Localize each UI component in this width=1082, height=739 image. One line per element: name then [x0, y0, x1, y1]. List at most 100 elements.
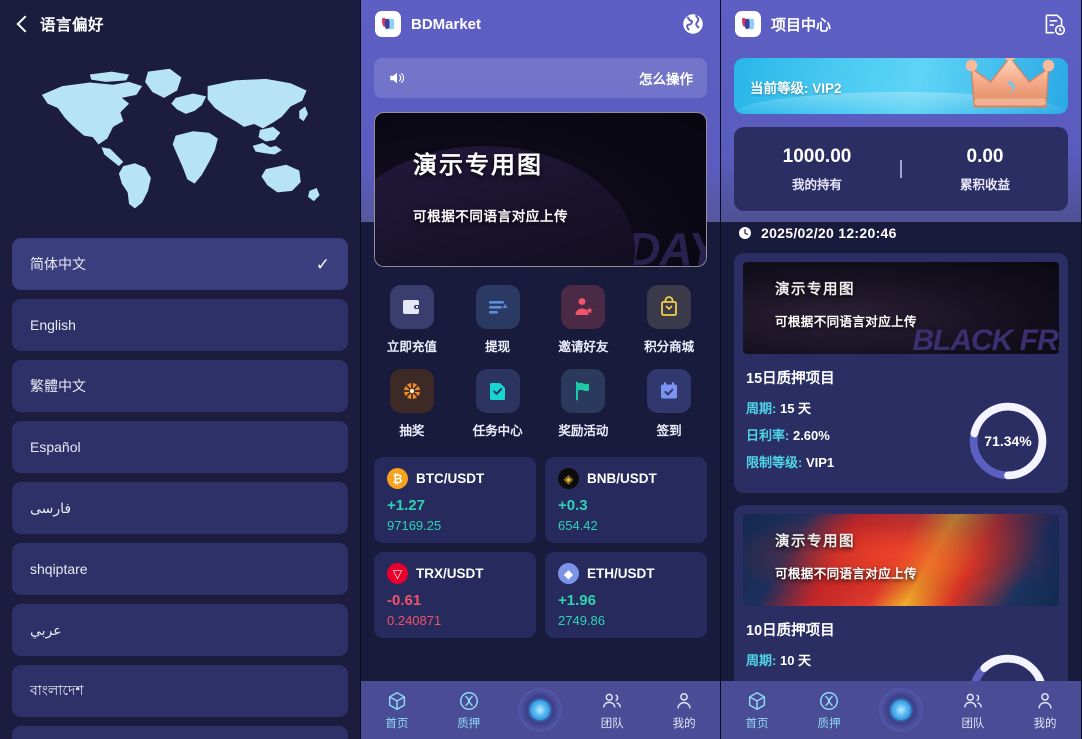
language-item-3[interactable]: Español [12, 421, 348, 473]
stat-label: 累积收益 [959, 177, 1010, 192]
ticker-price: 97169.25 [387, 518, 442, 533]
btc-coin-icon: ₿ [387, 468, 408, 489]
language-item-7[interactable]: বাংলাদেশ [12, 665, 348, 717]
language-item-0[interactable]: 简体中文 ✓ [12, 238, 348, 290]
orb-icon[interactable] [518, 688, 563, 732]
tab-stake[interactable]: 质押 [793, 690, 865, 731]
language-label: فارسی [30, 499, 72, 516]
language-item-6[interactable]: عربي [12, 604, 348, 656]
stat-value: 0.00 [966, 145, 1004, 167]
team-icon [603, 693, 622, 707]
ticker-head: ◆ ETH/USDT [558, 563, 694, 584]
tab-label: 我的 [672, 717, 696, 730]
entry-task-center[interactable]: 任务中心 [455, 369, 541, 439]
ticker-pair: ETH/USDT [587, 566, 655, 581]
ticker-change: -0.61 [387, 592, 422, 609]
ticker-change: +1.96 [558, 592, 596, 609]
tab-label: 质押 [457, 717, 481, 730]
shop-bag-icon [647, 285, 692, 329]
stake-icon [820, 691, 838, 710]
app-header: BDMarket [361, 0, 720, 48]
chevron-left-icon[interactable] [16, 17, 30, 31]
globe-icon[interactable] [680, 11, 706, 37]
entry-points-mall[interactable]: 积分商城 [626, 285, 712, 355]
project-center-panel: 项目中心 当前等级: VIP2 1000.00 我的持有 0.00 累积收益 2… [721, 0, 1081, 739]
cube-icon [388, 691, 405, 710]
promo-banner[interactable]: BLACK FRIDAY 演示专用图 可根据不同语言对应上传 [374, 112, 707, 267]
entry-lottery[interactable]: 抽奖 [369, 369, 455, 439]
project-name: 10日质押项目 [746, 623, 835, 639]
language-label: shqiptare [30, 561, 88, 577]
tab-mine[interactable]: 我的 [648, 690, 720, 731]
project-header: 项目中心 [721, 0, 1081, 48]
language-item-5[interactable]: shqiptare [12, 543, 348, 595]
language-item-1[interactable]: English [12, 299, 348, 351]
tab-home[interactable]: 首页 [721, 690, 793, 731]
ticker-card-bnb[interactable]: ◈ BNB/USDT +0.3 654.42 [545, 457, 707, 543]
tab-team[interactable]: 团队 [937, 690, 1009, 731]
language-label: 简体中文 [30, 256, 86, 272]
project-image-title: 演示专用图 [775, 534, 855, 550]
entry-withdraw[interactable]: 提现 [455, 285, 541, 355]
meta-key: 限制等级: [746, 455, 803, 470]
announcement-text: 怎么操作 [639, 72, 693, 87]
entry-recharge[interactable]: 立即充值 [369, 285, 455, 355]
announcement-bar[interactable]: 怎么操作 [374, 58, 707, 98]
language-item-4[interactable]: فارسی [12, 482, 348, 534]
lottery-icon [389, 369, 434, 413]
language-item-8[interactable] [12, 726, 348, 739]
project-image-bg-text: BLACK FRI [912, 324, 1059, 354]
entry-reward-activity[interactable]: 奖励活动 [541, 369, 627, 439]
ticker-price: 0.240871 [387, 613, 442, 628]
ticker-change: +1.27 [387, 497, 425, 514]
stat-holdings: 1000.00 我的持有 [734, 146, 900, 193]
meta-row-cycle: 周期: 10 天 [746, 650, 965, 669]
tab-label: 首页 [385, 717, 409, 730]
project-card-15day[interactable]: BLACK FRI 演示专用图 可根据不同语言对应上传 15日质押项目 周期: … [734, 253, 1068, 493]
meta-key: 周期: [746, 401, 777, 416]
tab-mine[interactable]: 我的 [1009, 690, 1081, 731]
vip-level-banner[interactable]: 当前等级: VIP2 [734, 58, 1068, 114]
ticker-card-btc[interactable]: ₿ BTC/USDT +1.27 97169.25 [374, 457, 536, 543]
orb-icon[interactable] [879, 688, 923, 732]
quick-entry-grid: 立即充值 提现 邀请好友 积分商城 抽奖 任务中心 奖励活动 签到 [361, 285, 720, 439]
timestamp-row: 2025/02/20 12:20:46 [737, 225, 1081, 241]
trx-coin-icon: ▽ [387, 563, 408, 584]
ticker-card-eth[interactable]: ◆ ETH/USDT +1.96 2749.86 [545, 552, 707, 638]
meta-key: 周期: [746, 653, 777, 668]
entry-label: 奖励活动 [558, 424, 609, 438]
ticker-card-trx[interactable]: ▽ TRX/USDT -0.61 0.240871 [374, 552, 536, 638]
tab-stake[interactable]: 质押 [433, 690, 505, 731]
team-icon [964, 693, 982, 707]
project-body: 周期: 15 天 日利率: 2.60% 限制等级: VIP1 71.34% [743, 398, 1059, 484]
entry-label: 立即充值 [386, 340, 437, 354]
screenshot-stage: 语言偏好 简体中文 ✓ English 繁體中文 Español فارسی s… [0, 0, 1082, 739]
tab-team[interactable]: 团队 [576, 690, 648, 731]
speaker-icon [388, 69, 406, 87]
clock-icon [737, 225, 753, 241]
bottom-tab-bar: 首页 质押 团队 我的 [721, 681, 1081, 739]
eth-coin-icon: ◆ [558, 563, 579, 584]
entry-label: 任务中心 [472, 424, 523, 438]
flag-icon [561, 369, 606, 413]
entry-invite[interactable]: 邀请好友 [541, 285, 627, 355]
bnb-coin-icon: ◈ [558, 468, 579, 489]
meta-value: 10 天 [779, 653, 812, 668]
project-meta-list: 周期: 10 天 [743, 650, 965, 677]
tab-center-orb[interactable] [505, 688, 577, 732]
withdraw-icon [475, 285, 520, 329]
language-list: 简体中文 ✓ English 繁體中文 Español فارسی shqipt… [0, 226, 360, 739]
record-history-icon[interactable] [1041, 11, 1067, 37]
person-icon [1038, 692, 1052, 708]
entry-checkin[interactable]: 签到 [626, 369, 712, 439]
language-item-2[interactable]: 繁體中文 [12, 360, 348, 412]
page-title: 项目中心 [771, 16, 832, 34]
banner-title: 演示专用图 [413, 152, 543, 179]
world-map-image [0, 48, 360, 226]
stat-value: 1000.00 [782, 145, 852, 167]
project-name: 15日质押项目 [746, 371, 835, 387]
meta-key: 日利率: [746, 428, 790, 443]
tab-center-orb[interactable] [865, 688, 937, 732]
tab-home[interactable]: 首页 [361, 690, 433, 731]
language-label: عربي [30, 621, 62, 638]
